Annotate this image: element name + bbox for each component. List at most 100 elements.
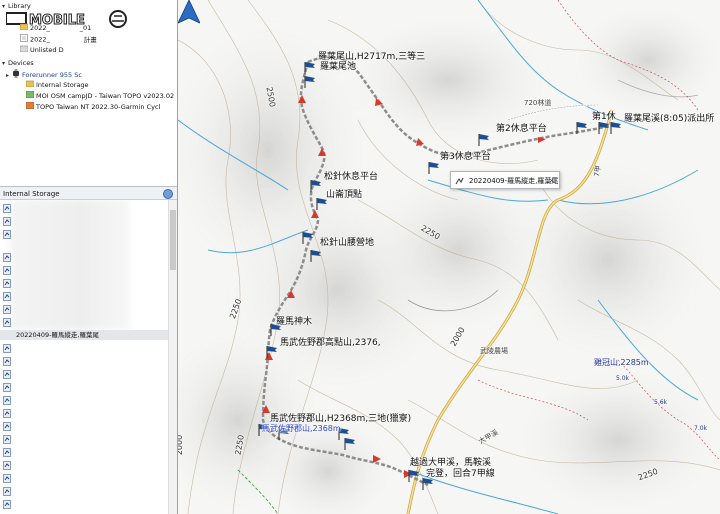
waypoint-label[interactable]: 第2休息平台 [496, 124, 547, 134]
waypoint-flag-icon[interactable] [610, 122, 622, 134]
list-icon [20, 34, 28, 45]
activity-list-item[interactable] [0, 252, 168, 262]
waypoint-flag-icon[interactable] [478, 134, 490, 146]
activity-icon [3, 461, 11, 472]
activity-icon [3, 422, 11, 433]
activity-list-item[interactable] [0, 460, 168, 470]
activity-icon [3, 383, 11, 394]
activity-list-scrollbar[interactable] [168, 200, 177, 514]
scrollbar-thumb[interactable] [170, 210, 176, 270]
spot-label: 7.0k [694, 425, 708, 432]
activity-icon [3, 487, 11, 498]
waypoint-label[interactable]: 馬武佐野郡山,H2368m,三地(獵寮) [270, 414, 411, 424]
device-label: Forerunner 955 Sc [22, 71, 82, 79]
waypoint-label[interactable]: 羅馬神木 [276, 317, 312, 327]
activity-icon [3, 435, 11, 446]
activity-label: 20220409-羅馬縱走,羅葉尾 [16, 331, 99, 339]
track-icon [455, 177, 464, 185]
activity-icon [3, 279, 11, 290]
activity-icon [3, 344, 11, 355]
popup-title: 20220409-羅馬縱走,羅葉尾 [469, 177, 559, 185]
library-item-suffix: _01 [79, 24, 92, 32]
waypoint-label[interactable]: 第3休息平台 [440, 152, 491, 162]
activity-icon [3, 409, 11, 420]
road-label: 720林道 [524, 99, 552, 107]
activity-list-item[interactable] [0, 382, 168, 392]
activity-icon [3, 266, 11, 277]
waypoint-flag-icon[interactable] [598, 122, 610, 134]
activity-list-item[interactable] [0, 291, 168, 301]
activity-list-item[interactable] [0, 317, 168, 327]
activity-list-item[interactable] [0, 356, 168, 366]
activity-list-item[interactable] [0, 486, 168, 496]
activity-list-item[interactable] [0, 304, 168, 314]
activity-list-item[interactable] [0, 421, 168, 431]
activity-icon [3, 448, 11, 459]
refresh-icon[interactable] [163, 189, 173, 199]
activity-icon [3, 204, 11, 215]
left-panel: ▾ Library MOBILE 2022_ _01 2022_ 計畫 Unliste… [0, 0, 178, 514]
activity-list-item[interactable] [0, 408, 168, 418]
device-storage-item[interactable]: Internal Storage [25, 80, 89, 90]
waypoint-flag-icon[interactable] [304, 62, 316, 74]
activity-list-item[interactable] [0, 434, 168, 444]
topo-map-canvas[interactable] [178, 0, 720, 514]
map-icon [25, 101, 35, 112]
activity-icon [3, 305, 11, 316]
activity-list-item[interactable] [0, 473, 168, 483]
map-view[interactable]: 羅葉尾山,H2717m,三等三 羅葉尾池 第3休息平台 第2休息平台 第1休 羅… [178, 0, 720, 514]
activity-list-item[interactable] [0, 278, 168, 288]
library-item-suffix: 計畫 [83, 35, 97, 44]
activity-list-item-selected[interactable]: 20220409-羅馬縱走,羅葉尾 [0, 330, 168, 340]
waypoint-flag-icon[interactable] [344, 438, 356, 450]
spot-label: 5.6k [654, 399, 668, 406]
device-map-item[interactable]: MOI OSM campJD - Taiwan TOPO v2023.02 [25, 90, 175, 101]
waypoint-label[interactable]: 松針休息平台 [324, 172, 378, 182]
folder-icon [25, 80, 35, 90]
device-map-label: MOI OSM campJD - Taiwan TOPO v2023.02 [36, 92, 175, 100]
library-item-label: Unlisted D [30, 46, 64, 54]
waypoint-label[interactable]: 山崙頂點 [326, 190, 362, 200]
library-item[interactable]: 2022_ _01 [19, 23, 92, 33]
device-item[interactable]: ▸ Forerunner 955 Sc [6, 69, 82, 79]
waypoint-flag-icon[interactable] [304, 76, 316, 88]
waypoint-label[interactable]: 羅葉尾溪(8:05)派出所 [624, 114, 714, 124]
waypoint-flag-icon[interactable] [422, 478, 434, 490]
waypoint-flag-icon[interactable] [302, 232, 314, 244]
activity-list-item[interactable] [0, 395, 168, 405]
activity-list-item[interactable] [0, 265, 168, 275]
close-icon[interactable]: × [548, 172, 555, 190]
activity-list-item[interactable] [0, 216, 168, 226]
waypoint-label[interactable]: 第1休 [592, 112, 616, 122]
devices-header[interactable]: ▾ Devices [2, 58, 34, 68]
waypoint-label[interactable]: 羅葉尾池 [320, 62, 356, 72]
waypoint-label[interactable]: 越過大甲溪，馬鞍溪 [410, 458, 491, 468]
waypoint-label-blue[interactable]: 馬武佐野郡山,2368m [262, 424, 341, 434]
devices-header-label: Devices [8, 59, 34, 67]
waypoint-label[interactable]: 羅葉尾山,H2717m,三等三 [318, 52, 425, 62]
waypoint-label[interactable]: 馬武佐野郡高點山,2376, [280, 338, 381, 348]
activity-list-item[interactable] [0, 203, 168, 213]
device-map-item[interactable]: TOPO Taiwan NT 2022.30-Garmin Cycl [25, 101, 161, 112]
waypoint-flag-icon[interactable] [310, 250, 322, 262]
internal-storage-title: Internal Storage [3, 190, 60, 198]
waypoint-flag-icon[interactable] [428, 162, 440, 174]
track-popup[interactable]: 20220409-羅馬縱走,羅葉尾 × [450, 171, 560, 189]
library-item-unlisted[interactable]: Unlisted D [19, 45, 64, 55]
activity-icon [3, 500, 11, 511]
activity-list-item[interactable] [0, 447, 168, 457]
waypoint-label[interactable]: 松針山腰營地 [320, 238, 374, 248]
activity-list-item[interactable] [0, 229, 168, 239]
waypoint-flag-icon[interactable] [576, 122, 588, 134]
library-item[interactable]: 2022_ 計畫 [20, 34, 97, 44]
activity-list-item[interactable] [0, 499, 168, 509]
activity-icon [3, 230, 11, 241]
waypoint-label[interactable]: 完登，回合7甲線 [426, 469, 495, 479]
device-map-label: TOPO Taiwan NT 2022.30-Garmin Cycl [36, 103, 161, 111]
activity-icon [3, 253, 11, 264]
waypoint-flag-icon[interactable] [266, 346, 278, 358]
activity-list-item[interactable] [0, 343, 168, 353]
activity-list-item[interactable] [0, 369, 168, 379]
waypoint-flag-icon[interactable] [408, 470, 420, 482]
waypoint-flag-icon[interactable] [310, 180, 322, 192]
